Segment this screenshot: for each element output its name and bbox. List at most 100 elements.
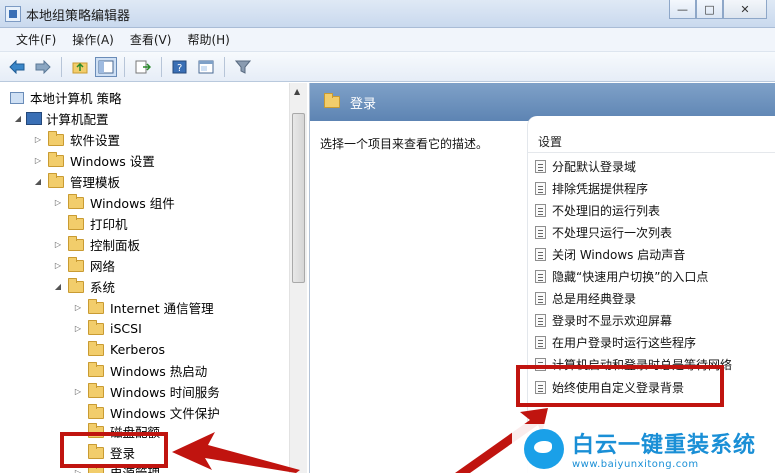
setting-label: 总是用经典登录 bbox=[552, 292, 637, 306]
policy-setting-icon bbox=[535, 314, 546, 327]
tree-item-kerberos[interactable]: Kerberos bbox=[72, 339, 165, 360]
setting-item[interactable]: 登录时不显示欢迎屏幕 bbox=[535, 310, 672, 331]
expand-icon[interactable]: ▷ bbox=[52, 261, 64, 270]
policy-setting-icon bbox=[535, 336, 546, 349]
tree-item-iscsi[interactable]: ▷ iSCSI bbox=[72, 318, 142, 339]
tree-item-internet-comm[interactable]: ▷ Internet 通信管理 bbox=[72, 297, 214, 318]
highlight-box-logon bbox=[60, 432, 168, 468]
setting-label: 登录时不显示欢迎屏幕 bbox=[552, 314, 673, 328]
setting-label: 在用户登录时运行这些程序 bbox=[552, 336, 697, 350]
scroll-up-icon[interactable]: ▲ bbox=[294, 87, 300, 96]
window-title: 本地组策略编辑器 bbox=[26, 9, 131, 24]
setting-item[interactable]: 不处理只运行一次列表 bbox=[535, 222, 672, 243]
header-divider bbox=[528, 152, 775, 153]
tree-scrollbar[interactable]: ▲ bbox=[289, 83, 307, 473]
tree-item-admin-templates[interactable]: ◢ 管理模板 bbox=[32, 171, 120, 192]
setting-item[interactable]: 不处理旧的运行列表 bbox=[535, 200, 660, 221]
folder-icon bbox=[324, 93, 340, 108]
folder-icon bbox=[88, 382, 104, 398]
setting-item[interactable]: 分配默认登录域 bbox=[535, 156, 636, 177]
navigation-tree: 本地计算机 策略 ◢ 计算机配置 ▷ 软件设置 ▷ Windows 设置 ◢ 管… bbox=[0, 83, 310, 473]
back-arrow-icon[interactable] bbox=[6, 57, 28, 77]
expand-icon[interactable]: ▷ bbox=[32, 135, 44, 144]
setting-item[interactable]: 总是用经典登录 bbox=[535, 288, 636, 309]
tree-item-computer-config[interactable]: ◢ 计算机配置 bbox=[12, 108, 109, 129]
app-icon bbox=[5, 6, 21, 22]
collapse-icon[interactable]: ◢ bbox=[32, 177, 44, 186]
show-hide-tree-icon[interactable] bbox=[95, 56, 117, 77]
setting-item[interactable]: 在用户登录时运行这些程序 bbox=[535, 332, 696, 353]
tree-item-windows-file-protect[interactable]: Windows 文件保护 bbox=[72, 402, 220, 423]
folder-icon bbox=[68, 277, 84, 293]
tree-item-windows-components[interactable]: ▷ Windows 组件 bbox=[52, 192, 175, 213]
tree-item-label: 管理模板 bbox=[70, 175, 121, 190]
expand-icon[interactable]: ▷ bbox=[52, 240, 64, 249]
close-button[interactable]: ✕ bbox=[723, 0, 767, 19]
computer-icon bbox=[26, 112, 42, 125]
folder-icon bbox=[88, 298, 104, 314]
expand-icon[interactable]: ▷ bbox=[32, 156, 44, 165]
tree-item-system[interactable]: ◢ 系统 bbox=[52, 276, 115, 297]
tree-item-label: 系统 bbox=[90, 280, 116, 295]
toolbar-separator bbox=[224, 56, 225, 77]
expand-icon[interactable]: ▷ bbox=[72, 468, 84, 473]
setting-label: 不处理只运行一次列表 bbox=[552, 226, 673, 240]
setting-label: 排除凭据提供程序 bbox=[552, 182, 649, 196]
menu-help[interactable]: 帮助(H) bbox=[179, 31, 237, 48]
watermark-title: 白云一键重装系统 bbox=[572, 433, 757, 458]
collapse-icon[interactable]: ◢ bbox=[52, 282, 64, 291]
menu-action[interactable]: 操作(A) bbox=[64, 31, 122, 48]
settings-column-header[interactable]: 设置 bbox=[538, 133, 562, 150]
tree-item-windows-time[interactable]: ▷ Windows 时间服务 bbox=[72, 381, 220, 402]
help-icon[interactable]: ? bbox=[169, 57, 191, 77]
tree-item-label: iSCSI bbox=[110, 321, 142, 336]
setting-item[interactable]: 隐藏“快速用户切换”的入口点 bbox=[535, 266, 708, 287]
setting-item[interactable]: 排除凭据提供程序 bbox=[535, 178, 648, 199]
tree-item-windows-hotstart[interactable]: Windows 热启动 bbox=[72, 360, 207, 381]
filter-icon[interactable] bbox=[232, 57, 254, 77]
collapse-icon[interactable]: ◢ bbox=[12, 114, 24, 123]
tree-item-label: 软件设置 bbox=[70, 133, 121, 148]
folder-icon bbox=[88, 361, 104, 377]
menu-file[interactable]: 文件(F) bbox=[8, 31, 64, 48]
folder-icon bbox=[48, 130, 64, 146]
expand-icon[interactable]: ▷ bbox=[72, 387, 84, 396]
expand-icon[interactable]: ▷ bbox=[52, 198, 64, 207]
folder-icon bbox=[48, 151, 64, 167]
tree-item-label: 网络 bbox=[90, 259, 116, 274]
watermark-logo: 白云一键重装系统 www.baiyunxitong.com bbox=[512, 424, 775, 473]
policy-setting-icon bbox=[535, 270, 546, 283]
scrollbar-thumb[interactable] bbox=[292, 113, 305, 283]
tree-item-label: 打印机 bbox=[90, 217, 128, 232]
toolbar-separator bbox=[61, 56, 62, 77]
properties-icon[interactable] bbox=[195, 57, 217, 77]
tree-item-control-panel[interactable]: ▷ 控制面板 bbox=[52, 234, 140, 255]
highlight-box-setting bbox=[516, 365, 724, 407]
expand-icon[interactable]: ▷ bbox=[72, 303, 84, 312]
tree-item-label: 本地计算机 策略 bbox=[30, 91, 122, 106]
minimize-button[interactable]: — bbox=[669, 0, 696, 19]
tree-item-root[interactable]: 本地计算机 策略 bbox=[8, 87, 121, 108]
toolbar-separator bbox=[161, 56, 162, 77]
tree-item-printers[interactable]: 打印机 bbox=[52, 213, 128, 234]
folder-icon bbox=[68, 214, 84, 230]
up-folder-icon[interactable] bbox=[69, 57, 91, 77]
watermark-url: www.baiyunxitong.com bbox=[572, 459, 699, 470]
setting-label: 隐藏“快速用户切换”的入口点 bbox=[552, 270, 709, 284]
tree-item-label: Internet 通信管理 bbox=[110, 301, 214, 316]
tree-item-network[interactable]: ▷ 网络 bbox=[52, 255, 115, 276]
folder-icon bbox=[88, 319, 104, 335]
forward-arrow-icon[interactable] bbox=[32, 57, 54, 77]
title-bar: 本地组策略编辑器 — □ ✕ bbox=[0, 0, 775, 28]
tree-item-software-settings[interactable]: ▷ 软件设置 bbox=[32, 129, 120, 150]
expand-icon[interactable]: ▷ bbox=[72, 324, 84, 333]
export-list-icon[interactable] bbox=[132, 57, 154, 77]
details-pane: 登录 选择一个项目来查看它的描述。 设置 分配默认登录域 排除凭据提供程序 不处… bbox=[310, 83, 775, 473]
policy-setting-icon bbox=[535, 160, 546, 173]
menu-bar: 文件(F) 操作(A) 查看(V) 帮助(H) bbox=[0, 28, 775, 52]
maximize-button[interactable]: □ bbox=[696, 0, 723, 19]
window-controls: — □ ✕ bbox=[669, 0, 767, 20]
setting-item[interactable]: 关闭 Windows 启动声音 bbox=[535, 244, 685, 265]
menu-view[interactable]: 查看(V) bbox=[122, 31, 180, 48]
tree-item-windows-settings[interactable]: ▷ Windows 设置 bbox=[32, 150, 155, 171]
